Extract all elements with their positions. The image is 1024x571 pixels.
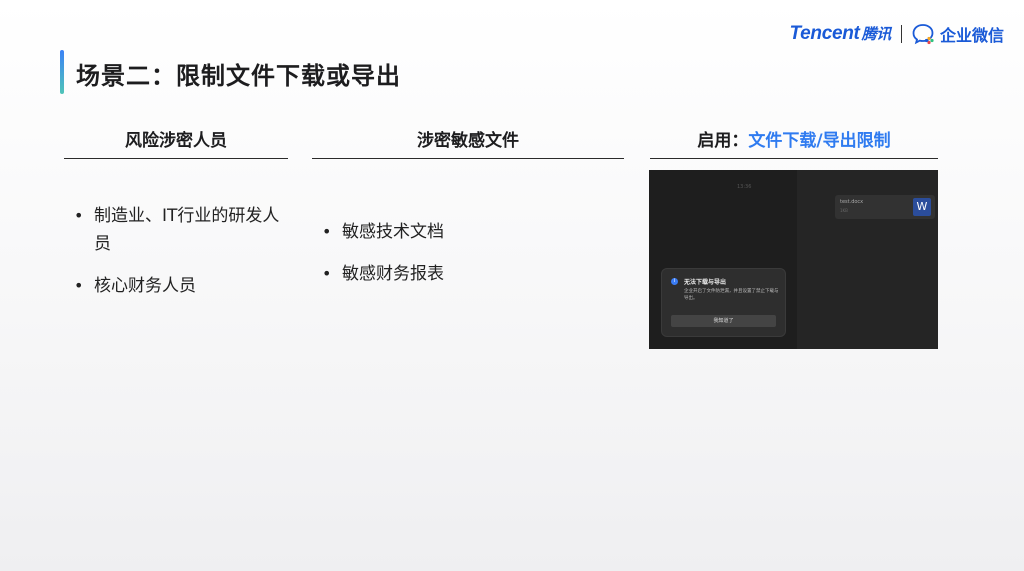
tencent-logo-cn: 腾讯 — [861, 26, 892, 43]
restriction-screenshot: 13:36 test.docx 1KB W i 无法下载与导出 企业开启了文件防… — [649, 170, 938, 349]
risk-people-list: 制造业、IT行业的研发人员 核心财务人员 — [68, 202, 282, 314]
file-meta: 1KB — [840, 208, 848, 213]
list-item: 制造业、IT行业的研发人员 — [68, 202, 282, 258]
title-accent-bar — [60, 50, 64, 94]
screenshot-faint-label: 13:36 — [737, 184, 752, 190]
info-icon: i — [671, 278, 678, 285]
page-title: 场景二：限制文件下载或导出 — [76, 62, 401, 90]
list-item: 敏感技术文档 — [316, 218, 536, 246]
brand-logos: Tencent 腾讯 企业微信 — [790, 22, 1004, 46]
brand-divider — [900, 25, 902, 43]
sensitive-files-list: 敏感技术文档 敏感财务报表 — [316, 218, 536, 302]
dialog-message: 企业开启了文件防泄漏，并且设置了禁止下载与导出。 — [684, 289, 779, 301]
enable-accent: 文件下载/导出限制 — [748, 131, 891, 151]
dialog-title: 无法下载与导出 — [684, 279, 727, 286]
restriction-dialog: i 无法下载与导出 企业开启了文件防泄漏，并且设置了禁止下载与导出。 我知道了 — [661, 268, 786, 337]
word-file-icon: W — [913, 198, 931, 216]
wework-icon — [912, 24, 934, 45]
dialog-ok-button[interactable]: 我知道了 — [671, 315, 776, 327]
list-item: 敏感财务报表 — [316, 260, 536, 288]
tencent-logo-en: Tencent — [789, 23, 860, 44]
column-header-enable: 启用：文件下载/导出限制 — [650, 128, 938, 159]
file-name: test.docx — [840, 199, 864, 205]
column-header-risk-people: 风险涉密人员 — [64, 128, 288, 159]
tencent-logo: Tencent 腾讯 — [789, 23, 892, 45]
column-header-sensitive-files: 涉密敏感文件 — [312, 128, 624, 159]
enable-prefix: 启用： — [697, 131, 749, 151]
file-card[interactable]: test.docx 1KB W — [835, 195, 935, 219]
list-item: 核心财务人员 — [68, 272, 282, 300]
wework-text: 企业微信 — [939, 26, 1004, 45]
wework-logo: 企业微信 — [912, 22, 1004, 46]
